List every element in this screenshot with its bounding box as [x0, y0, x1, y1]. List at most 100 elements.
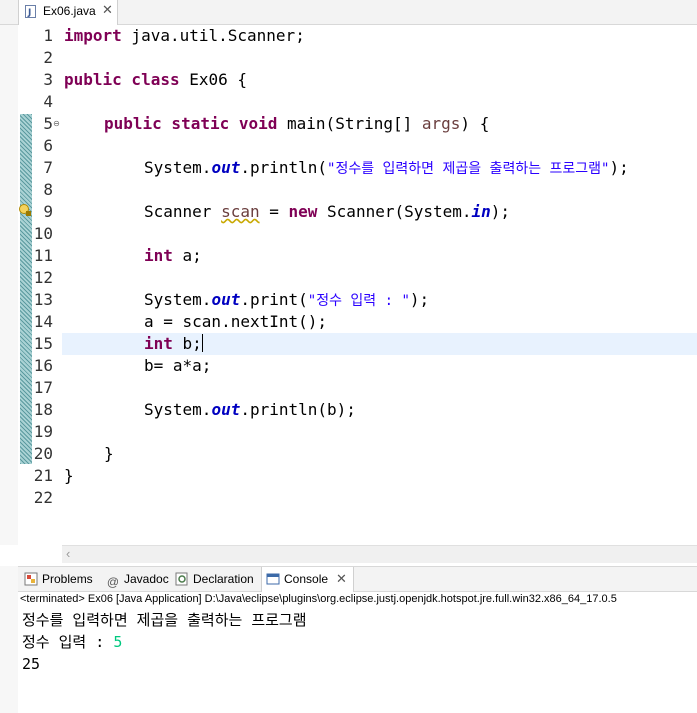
problems-icon: [24, 572, 38, 586]
declaration-icon: [175, 572, 188, 586]
line-number: 11: [33, 246, 53, 265]
code-text: );: [409, 290, 430, 309]
tab-problems[interactable]: Problems: [24, 567, 93, 591]
code-line-14: a = scan.nextInt();: [144, 312, 328, 331]
line-number: 13: [33, 290, 53, 309]
line-number: 21: [33, 466, 53, 485]
close-icon[interactable]: ✕: [102, 2, 113, 18]
text-caret: [201, 334, 203, 352]
code-text: a;: [172, 246, 202, 265]
editor-tab-label: Ex06.java: [43, 4, 96, 18]
code-line-15: int b;: [144, 333, 203, 355]
code-text: java.util.Scanner;: [121, 26, 305, 45]
tab-declaration[interactable]: Declaration: [175, 567, 254, 591]
code-line-7: System.out.println("정수를 입력하면 제곱을 출력하는 프로…: [144, 157, 629, 180]
svg-text:J: J: [27, 8, 31, 18]
code-line-18: System.out.println(b);: [144, 399, 356, 421]
line-number: 20: [33, 444, 53, 463]
code-editor[interactable]: [62, 25, 697, 545]
console-line-1: 정수를 입력하면 제곱을 출력하는 프로그램: [22, 611, 307, 629]
code-line-21: }: [64, 466, 74, 485]
keyword: int: [144, 246, 173, 265]
line-number: 16: [33, 356, 53, 375]
line-number: 12: [33, 268, 53, 287]
line-number: 8: [43, 180, 53, 199]
console-status: <terminated> Ex06 [Java Application] D:\…: [20, 593, 617, 605]
tab-javadoc[interactable]: @ Javadoc: [106, 567, 169, 591]
line-number: 17: [33, 378, 53, 397]
code-line-9: Scanner scan = new Scanner(System.in);: [144, 201, 510, 223]
line-number: 6: [43, 136, 53, 155]
code-text: main(String[]: [277, 114, 422, 133]
console-line-2: 정수 입력 : 5: [22, 631, 122, 653]
code-text: Scanner(System.: [317, 202, 472, 221]
editor-tab[interactable]: J Ex06.java ✕: [18, 0, 118, 25]
keyword: public class: [64, 70, 180, 89]
static-field: out: [211, 400, 241, 419]
keyword: public static void: [104, 114, 278, 133]
code-text: =: [259, 202, 289, 221]
code-text: b;: [172, 334, 202, 353]
code-text: ) {: [460, 114, 490, 133]
panel-left-margin: [0, 566, 18, 713]
close-icon[interactable]: ✕: [336, 571, 347, 586]
code-text: Ex06 {: [179, 70, 248, 89]
static-field: out: [211, 158, 241, 177]
tab-label: Javadoc: [124, 572, 169, 586]
scroll-left-icon[interactable]: ‹: [66, 546, 70, 562]
code-text: .print(: [240, 290, 308, 309]
code-line-5: public static void main(String[] args) {: [104, 113, 489, 135]
tab-label: Console: [284, 572, 329, 586]
line-number: 22: [33, 488, 53, 507]
fold-toggle-icon[interactable]: ⊖: [52, 119, 61, 128]
panel-tab-bar: Problems @ Javadoc Declaration Console ✕: [18, 566, 697, 592]
line-number: 7: [43, 158, 53, 177]
tab-label: Declaration: [193, 572, 254, 586]
keyword: new: [288, 202, 318, 221]
code-line-11: int a;: [144, 245, 202, 267]
code-text: System.: [144, 158, 212, 177]
quick-diff-ruler: [20, 114, 32, 464]
code-line-3: public class Ex06 {: [64, 69, 247, 91]
code-text: .println(: [240, 158, 328, 177]
variable-warning: scan: [221, 202, 260, 221]
code-line-1: import java.util.Scanner;: [64, 25, 305, 47]
line-number: 9: [43, 202, 53, 221]
code-text: System.: [144, 290, 212, 309]
line-number: 10: [33, 224, 53, 243]
editor-left-margin: [0, 25, 18, 545]
code-text: .println(b);: [240, 400, 356, 419]
horizontal-scrollbar[interactable]: ‹: [62, 545, 697, 563]
line-number: 14: [33, 312, 53, 331]
javadoc-icon: @: [106, 575, 120, 589]
line-number: 4: [43, 92, 53, 111]
keyword: int: [144, 334, 173, 353]
console-prompt: 정수 입력 :: [22, 633, 114, 651]
line-number: 18: [33, 400, 53, 419]
code-text: );: [490, 202, 511, 221]
line-number: 19: [33, 422, 53, 441]
static-field: in: [471, 202, 491, 221]
tab-label: Problems: [42, 572, 93, 586]
code-text: System.: [144, 400, 212, 419]
line-number: 1: [43, 26, 53, 45]
console-icon: [266, 573, 280, 585]
string-literal: "정수를 입력하면 제곱을 출력하는 프로그램": [327, 161, 610, 177]
code-line-13: System.out.print("정수 입력 : ");: [144, 289, 429, 312]
line-number: 2: [43, 48, 53, 67]
keyword: import: [64, 26, 122, 45]
code-text: );: [609, 158, 629, 177]
editor-tab-bar: J Ex06.java ✕: [0, 0, 697, 25]
code-text: Scanner: [144, 202, 222, 221]
string-literal: "정수 입력 : ": [307, 293, 410, 309]
warning-marker-icon[interactable]: [19, 204, 31, 216]
line-number: 3: [43, 70, 53, 89]
line-number: 5: [43, 114, 53, 133]
code-line-20: }: [104, 444, 114, 463]
console-user-input: 5: [113, 633, 123, 651]
static-field: out: [211, 290, 241, 309]
console-line-3: 25: [22, 655, 41, 673]
tab-console[interactable]: Console ✕: [261, 567, 354, 592]
code-line-16: b= a*a;: [144, 356, 212, 375]
variable: args: [421, 114, 461, 133]
